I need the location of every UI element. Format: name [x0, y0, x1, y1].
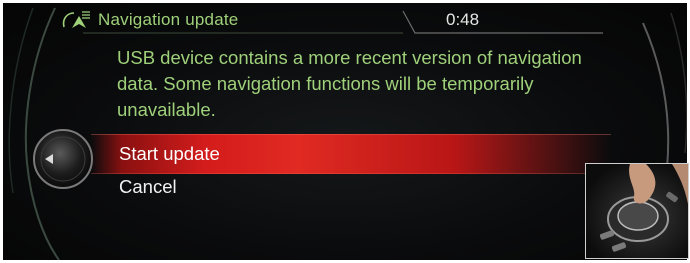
- start-update-option[interactable]: Start update: [119, 143, 220, 165]
- cancel-option[interactable]: Cancel: [119, 176, 177, 198]
- controller-knob-icon: [33, 129, 93, 189]
- dialog-title: Navigation update: [98, 10, 239, 29]
- update-message: USB device contains a more recent versio…: [117, 47, 582, 120]
- clock-time: 0:48: [446, 10, 480, 29]
- controller-hand-icon: [586, 164, 688, 258]
- idrive-controller-photo: [585, 163, 689, 259]
- navigation-arrow-icon: [62, 11, 90, 28]
